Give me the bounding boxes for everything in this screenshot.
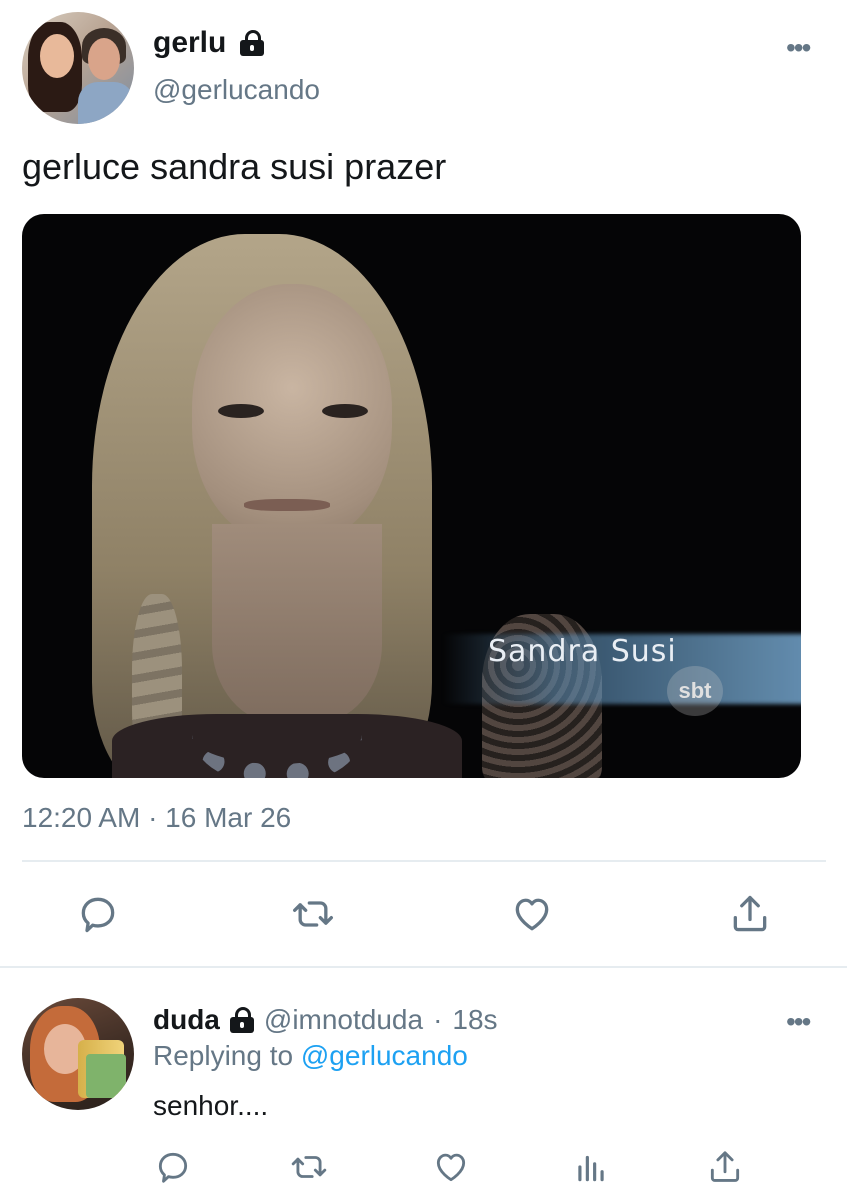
retweet-icon[interactable] bbox=[291, 892, 335, 936]
reply-user-avatar[interactable] bbox=[22, 998, 134, 1110]
retweet-icon[interactable] bbox=[290, 1148, 328, 1186]
divider bbox=[22, 860, 826, 862]
tweet-text: gerluce sandra susi prazer bbox=[22, 146, 447, 187]
reply-handle[interactable]: @imnotduda bbox=[264, 1004, 423, 1036]
tweet-media[interactable]: Sandra Susi sbt bbox=[22, 214, 801, 778]
user-handle[interactable]: @gerlucando bbox=[153, 74, 320, 106]
heart-icon[interactable] bbox=[510, 892, 554, 936]
lock-icon bbox=[229, 1007, 254, 1033]
share-icon[interactable] bbox=[728, 892, 772, 936]
reply-icon[interactable] bbox=[154, 1148, 192, 1186]
lock-icon bbox=[240, 30, 265, 56]
more-icon[interactable]: ••• bbox=[786, 1008, 811, 1036]
sbt-logo: sbt bbox=[667, 666, 723, 716]
display-name[interactable]: gerlu bbox=[153, 26, 226, 60]
reply-text: senhor.... bbox=[153, 1090, 269, 1121]
meta-separator: · bbox=[433, 1004, 443, 1035]
media-caption: Sandra Susi bbox=[488, 634, 677, 669]
user-avatar[interactable] bbox=[22, 12, 134, 124]
reply-time[interactable]: 18s bbox=[452, 1004, 497, 1036]
heart-icon[interactable] bbox=[432, 1148, 470, 1186]
reply-icon[interactable] bbox=[76, 892, 120, 936]
reply-display-name[interactable]: duda bbox=[153, 1004, 220, 1036]
divider bbox=[0, 966, 847, 968]
analytics-icon[interactable] bbox=[572, 1148, 610, 1186]
replying-to-label: Replying to bbox=[153, 1040, 294, 1071]
replying-to-link[interactable]: @gerlucando bbox=[301, 1040, 468, 1071]
more-icon[interactable]: ••• bbox=[786, 34, 811, 62]
tweet-timestamp[interactable]: 12:20 AM · 16 Mar 26 bbox=[22, 802, 291, 834]
share-icon[interactable] bbox=[706, 1148, 744, 1186]
